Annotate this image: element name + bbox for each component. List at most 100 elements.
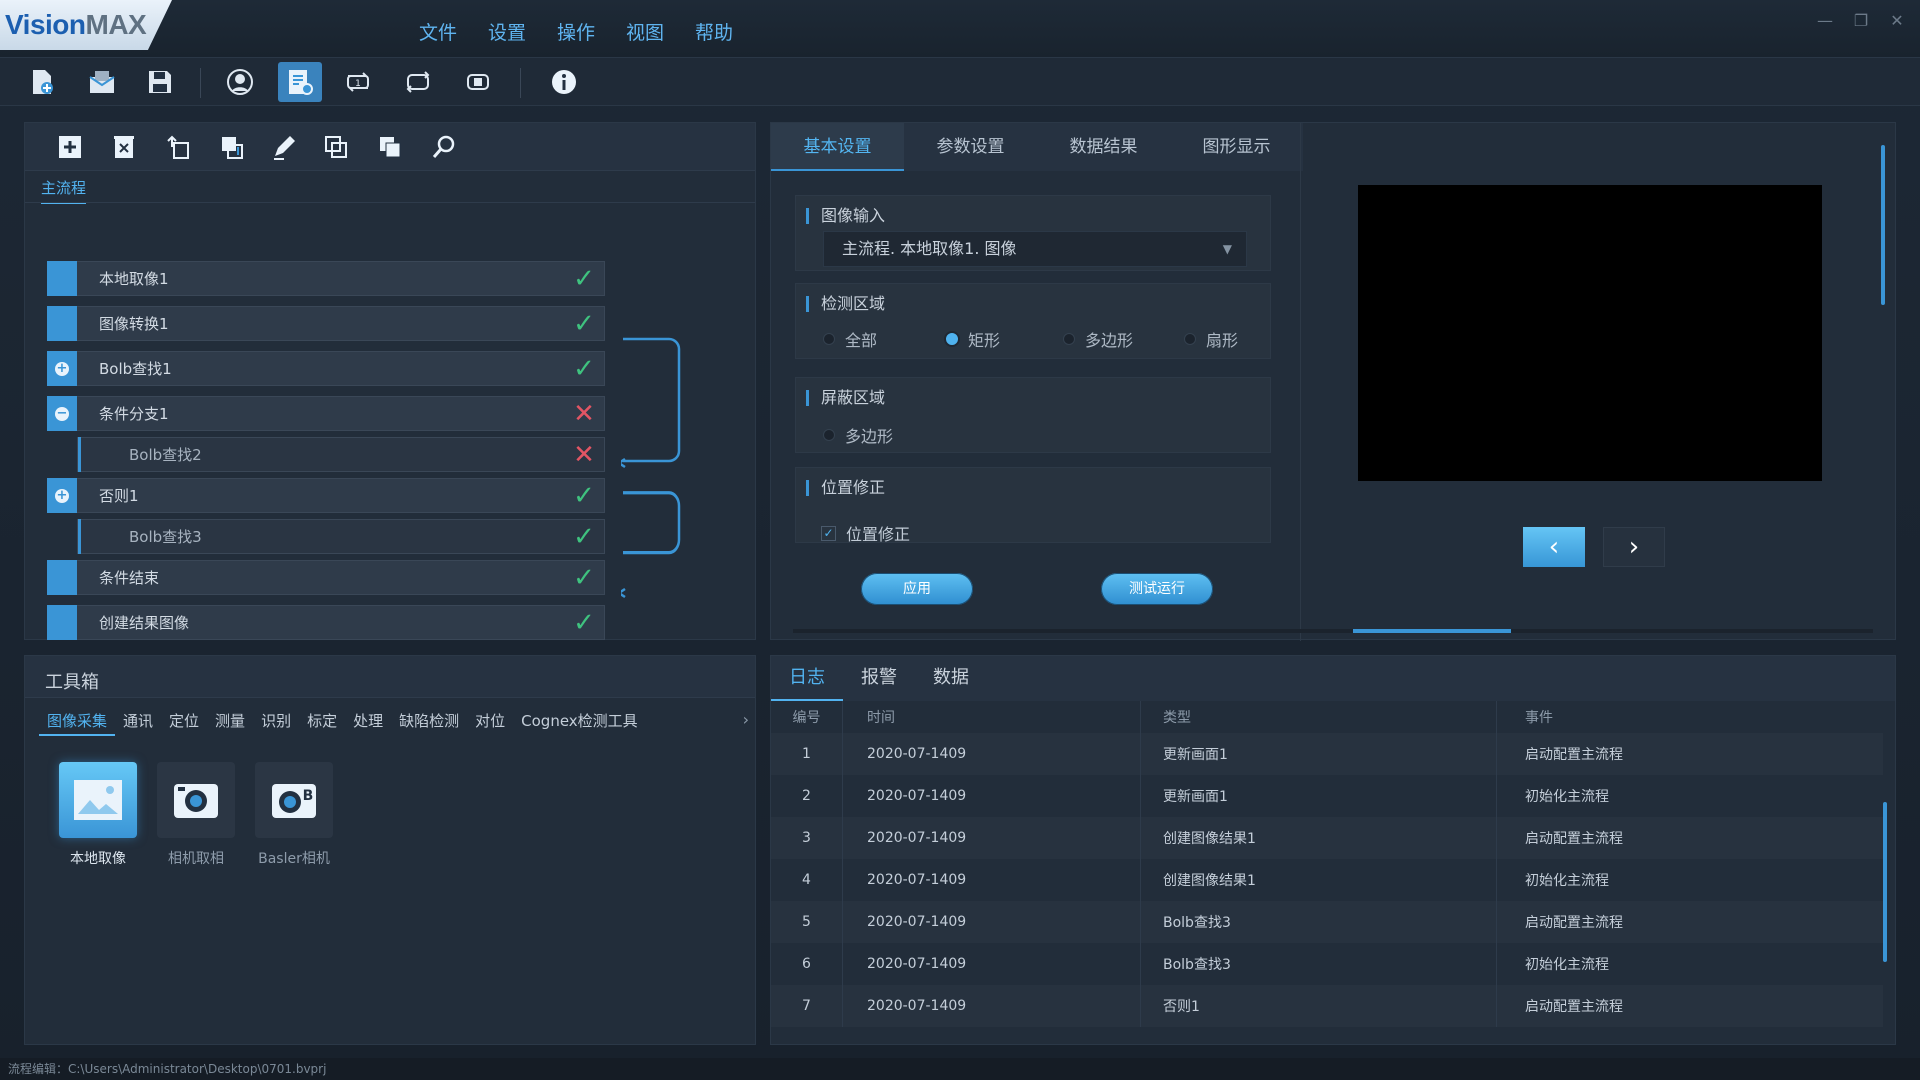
- table-cell: 3: [771, 817, 843, 859]
- move-down-button[interactable]: [215, 131, 249, 163]
- copy-node-button[interactable]: [319, 131, 353, 163]
- toolbox-category[interactable]: Cognex检测工具: [513, 706, 646, 736]
- tab-graphics-display[interactable]: 图形显示: [1170, 123, 1303, 171]
- table-row[interactable]: 1 2020-07-1409 更新画面1 启动配置主流程: [771, 733, 1883, 775]
- run-loop-button[interactable]: [396, 62, 440, 102]
- menu-settings[interactable]: 设置: [474, 18, 543, 45]
- flow-node[interactable]: 创建结果图像 ✓: [47, 605, 605, 640]
- flow-settings-button[interactable]: [278, 62, 322, 102]
- table-row[interactable]: 3 2020-07-1409 创建图像结果1 启动配置主流程: [771, 817, 1883, 859]
- flow-node[interactable]: 图像转换1 ✓: [47, 306, 605, 341]
- expand-icon[interactable]: +: [55, 361, 69, 376]
- about-button[interactable]: [542, 62, 586, 102]
- menu-file[interactable]: 文件: [405, 18, 474, 45]
- new-file-button[interactable]: [20, 62, 64, 102]
- flow-node[interactable]: + Bolb查找1 ✓: [47, 351, 605, 386]
- flow-node[interactable]: Bolb查找3 ✓: [77, 519, 605, 554]
- test-run-button[interactable]: 测试运行: [1101, 573, 1213, 605]
- horizontal-scrollbar[interactable]: [793, 629, 1873, 633]
- chevron-right-icon[interactable]: ›: [743, 710, 749, 729]
- delete-node-button[interactable]: [107, 131, 141, 163]
- menu-help[interactable]: 帮助: [681, 18, 750, 45]
- table-row[interactable]: 7 2020-07-1409 否则1 启动配置主流程: [771, 985, 1883, 1027]
- toolbox-category[interactable]: 缺陷检测: [391, 706, 467, 736]
- flow-node[interactable]: 条件结束 ✓: [47, 560, 605, 595]
- tool-local-image[interactable]: 本地取像: [53, 762, 143, 868]
- radio-sector[interactable]: 扇形: [1184, 327, 1238, 351]
- add-node-button[interactable]: [53, 131, 87, 163]
- position-correction-checkbox[interactable]: ✓ 位置修正: [821, 521, 910, 545]
- table-row[interactable]: 6 2020-07-1409 Bolb查找3 初始化主流程: [771, 943, 1883, 985]
- tab-data[interactable]: 数据: [915, 656, 987, 701]
- move-up-button[interactable]: [161, 131, 195, 163]
- flow-node[interactable]: + 否则1 ✓: [47, 478, 605, 513]
- tab-data-results[interactable]: 数据结果: [1037, 123, 1170, 171]
- table-row[interactable]: 4 2020-07-1409 创建图像结果1 初始化主流程: [771, 859, 1883, 901]
- prev-image-button[interactable]: ‹: [1523, 527, 1585, 567]
- toolbox-category[interactable]: 图像采集: [39, 706, 116, 736]
- menu-operate[interactable]: 操作: [543, 18, 612, 45]
- svg-text:1: 1: [355, 79, 361, 89]
- flow-node[interactable]: Bolb查找2 ✕: [77, 437, 605, 472]
- column-header[interactable]: 事件: [1497, 701, 1883, 733]
- save-button[interactable]: [138, 62, 182, 102]
- radio-all[interactable]: 全部: [823, 327, 877, 351]
- image-input-select[interactable]: 主流程. 本地取像1. 图像 ▼: [823, 231, 1247, 267]
- stop-loop-button[interactable]: [456, 62, 500, 102]
- tool-basler-camera[interactable]: B Basler相机: [249, 762, 339, 868]
- vertical-scrollbar[interactable]: [1883, 802, 1887, 962]
- tab-param-settings[interactable]: 参数设置: [904, 123, 1037, 171]
- table-row[interactable]: 5 2020-07-1409 Bolb查找3 启动配置主流程: [771, 901, 1883, 943]
- table-cell: 5: [771, 901, 843, 943]
- toolbox-category[interactable]: 定位: [161, 706, 207, 736]
- toolbox-category[interactable]: 对位: [467, 706, 513, 736]
- toolbox-category[interactable]: 通讯: [115, 706, 161, 736]
- user-button[interactable]: [218, 62, 262, 102]
- tool-camera[interactable]: 相机取相: [151, 762, 241, 868]
- cross-icon: ✕: [573, 398, 595, 429]
- restore-icon[interactable]: ❐: [1852, 12, 1870, 30]
- apply-button[interactable]: 应用: [861, 573, 973, 605]
- column-header[interactable]: 类型: [1141, 701, 1497, 733]
- svg-text:B: B: [303, 788, 314, 804]
- radio-rectangle[interactable]: 矩形: [946, 327, 1000, 351]
- branch-connector-1: [623, 337, 681, 463]
- find-node-button[interactable]: [427, 131, 461, 163]
- paste-node-button[interactable]: [373, 131, 407, 163]
- check-icon: ✓: [573, 521, 595, 552]
- tab-log[interactable]: 日志: [771, 656, 843, 701]
- radio-label: 矩形: [968, 331, 1001, 350]
- table-row[interactable]: 2 2020-07-1409 更新画面1 初始化主流程: [771, 775, 1883, 817]
- radio-label: 全部: [845, 331, 878, 350]
- collapse-icon[interactable]: −: [55, 406, 69, 421]
- tab-alarm[interactable]: 报警: [843, 656, 915, 701]
- node-marker: [47, 605, 77, 640]
- radio-polygon[interactable]: 多边形: [1063, 327, 1133, 351]
- edit-node-button[interactable]: [267, 131, 301, 163]
- open-file-button[interactable]: [80, 62, 124, 102]
- flow-node[interactable]: − 条件分支1 ✕: [47, 396, 605, 431]
- column-header[interactable]: 编号: [771, 701, 843, 733]
- flow-node[interactable]: 本地取像1 ✓: [47, 261, 605, 296]
- select-value: 主流程. 本地取像1. 图像: [842, 239, 1017, 258]
- tab-main-flow[interactable]: 主流程: [41, 177, 87, 204]
- table-cell: 初始化主流程: [1525, 957, 1609, 973]
- toolbox-category[interactable]: 处理: [345, 706, 391, 736]
- close-icon[interactable]: ✕: [1888, 12, 1906, 30]
- tab-basic-settings[interactable]: 基本设置: [771, 123, 904, 171]
- column-header[interactable]: 时间: [843, 701, 1141, 733]
- toolbox-category[interactable]: 测量: [207, 706, 253, 736]
- run-once-button[interactable]: 1: [336, 62, 380, 102]
- toolbox-category[interactable]: 识别: [253, 706, 299, 736]
- menu-view[interactable]: 视图: [612, 18, 681, 45]
- toolbox-category[interactable]: 标定: [299, 706, 345, 736]
- vertical-scrollbar[interactable]: [1881, 145, 1885, 305]
- minimize-icon[interactable]: —: [1816, 12, 1834, 30]
- radio-mask-polygon[interactable]: 多边形: [823, 423, 893, 447]
- status-bar: 流程编辑：C:\Users\Administrator\Desktop\0701…: [0, 1058, 1920, 1080]
- expand-icon[interactable]: +: [55, 488, 69, 503]
- toolbar-separator: [520, 68, 521, 98]
- next-image-button[interactable]: ›: [1603, 527, 1665, 567]
- scrollbar-thumb[interactable]: [1353, 629, 1511, 633]
- node-marker: [47, 560, 77, 595]
